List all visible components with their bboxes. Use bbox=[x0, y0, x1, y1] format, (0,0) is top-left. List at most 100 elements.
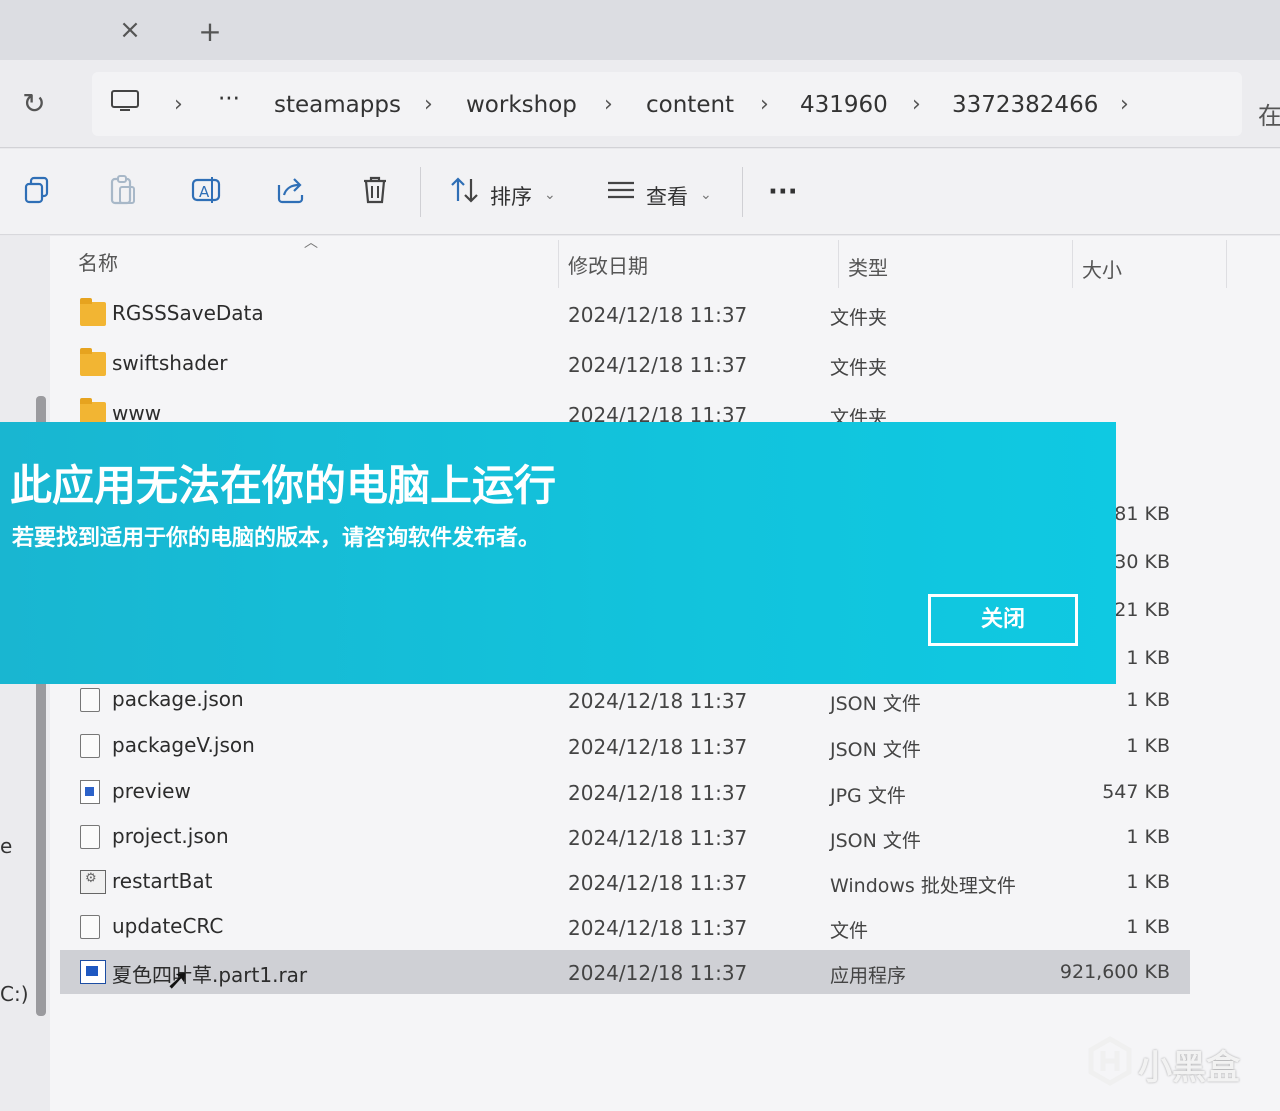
file-name: 夏色四叶草.part1.rar bbox=[112, 963, 308, 987]
file-name: project.json bbox=[112, 824, 229, 848]
toolbar-divider bbox=[420, 167, 421, 217]
file-date: 2024/12/18 11:37 bbox=[568, 961, 748, 985]
more-options-icon[interactable]: ··· bbox=[768, 177, 798, 207]
file-size: 30 KB bbox=[1114, 551, 1170, 573]
breadcrumb-content[interactable]: content bbox=[646, 92, 734, 118]
file-type: JSON 文件 bbox=[830, 739, 921, 761]
file-date: 2024/12/18 11:37 bbox=[568, 689, 748, 713]
delete-icon[interactable] bbox=[358, 173, 392, 207]
column-divider[interactable] bbox=[1226, 240, 1227, 288]
file-row[interactable]: packageV.json 2024/12/18 11:37 JSON 文件 1 KB bbox=[60, 724, 1190, 768]
mouse-pointer-icon: ➚ bbox=[166, 963, 190, 996]
column-header-size[interactable]: 大小 bbox=[1082, 254, 1122, 283]
file-date: 2024/12/18 11:37 bbox=[568, 871, 748, 895]
file-row[interactable]: package.json 2024/12/18 11:37 JSON 文件 1 KB bbox=[60, 678, 1190, 722]
share-icon[interactable] bbox=[274, 173, 308, 207]
nav-item-fragment[interactable]: e bbox=[0, 834, 12, 858]
watermark: 小黑盒 bbox=[1086, 1034, 1256, 1090]
chevron-right-icon[interactable]: › bbox=[1120, 92, 1129, 117]
file-name: RGSSSaveData bbox=[112, 301, 264, 325]
file-size: 1 KB bbox=[1126, 916, 1170, 938]
breadcrumb-steamapps[interactable]: steamapps bbox=[274, 92, 401, 118]
dialog-title: 此应用无法在你的电脑上运行 bbox=[10, 461, 557, 510]
close-button[interactable]: 关闭 bbox=[928, 594, 1078, 646]
chevron-right-icon[interactable]: › bbox=[760, 92, 769, 117]
breadcrumb-workshop[interactable]: workshop bbox=[466, 92, 577, 118]
refresh-icon[interactable]: ↻ bbox=[16, 86, 52, 122]
column-header-modified[interactable]: 修改日期 bbox=[568, 250, 648, 279]
file-row[interactable]: RGSSSaveData 2024/12/18 11:37 文件夹 bbox=[60, 292, 1190, 336]
file-date: 2024/12/18 11:37 bbox=[568, 916, 748, 940]
column-divider[interactable] bbox=[1072, 240, 1073, 288]
file-icon bbox=[80, 688, 100, 712]
view-icon[interactable] bbox=[604, 173, 638, 207]
view-button[interactable]: 查看 bbox=[646, 181, 688, 211]
file-type: 应用程序 bbox=[830, 965, 907, 987]
breadcrumb-431960[interactable]: 431960 bbox=[800, 92, 888, 118]
svg-text:A: A bbox=[199, 183, 210, 201]
rename-icon[interactable]: A bbox=[190, 173, 224, 207]
file-row[interactable]: updateCRC 2024/12/18 11:37 文件 1 KB bbox=[60, 905, 1190, 949]
close-tab-icon[interactable]: × bbox=[112, 12, 148, 48]
column-divider[interactable] bbox=[558, 240, 559, 288]
toolbar-divider bbox=[742, 167, 743, 217]
address-bar: ↻ › ··· steamapps › workshop › content ›… bbox=[0, 60, 1280, 148]
chevron-right-icon[interactable]: › bbox=[424, 92, 433, 117]
chevron-down-icon[interactable]: ⌄ bbox=[544, 187, 556, 203]
sort-icon[interactable] bbox=[448, 173, 482, 207]
watermark-text: 小黑盒 bbox=[1138, 1048, 1240, 1088]
file-date: 2024/12/18 11:37 bbox=[568, 303, 748, 327]
dialog-message: 若要找到适用于你的电脑的版本，请咨询软件发布者。 bbox=[12, 526, 541, 551]
file-type: 文件 bbox=[830, 920, 869, 942]
file-name: package.json bbox=[112, 687, 244, 711]
chevron-down-icon[interactable]: ⌄ bbox=[700, 187, 712, 203]
file-size: 21 KB bbox=[1114, 599, 1170, 621]
file-name: updateCRC bbox=[112, 914, 224, 938]
tab-strip: × + bbox=[0, 0, 1280, 60]
file-row[interactable]: 夏色四叶草.part1.rar 2024/12/18 11:37 应用程序 921,6… bbox=[60, 950, 1190, 994]
column-header-name[interactable]: 名称 bbox=[78, 247, 118, 276]
new-tab-icon[interactable]: + bbox=[192, 14, 228, 50]
file-row[interactable]: project.json 2024/12/18 11:37 JSON 文件 1 KB bbox=[60, 815, 1190, 859]
file-name: preview bbox=[112, 779, 191, 803]
file-type: JPG 文件 bbox=[830, 785, 906, 807]
application-icon bbox=[80, 960, 106, 984]
search-input[interactable]: 在 bbox=[1258, 96, 1280, 131]
file-size: 547 KB bbox=[1102, 781, 1170, 803]
file-type: 文件夹 bbox=[830, 307, 888, 329]
file-name: swiftshader bbox=[112, 351, 228, 375]
image-file-icon bbox=[80, 780, 100, 804]
file-date: 2024/12/18 11:37 bbox=[568, 826, 748, 850]
file-size: 1 KB bbox=[1126, 647, 1170, 669]
file-type: JSON 文件 bbox=[830, 830, 921, 852]
breadcrumb-overflow[interactable]: ··· bbox=[218, 86, 240, 112]
file-name: restartBat bbox=[112, 869, 213, 893]
folder-icon bbox=[80, 348, 106, 376]
file-row[interactable]: preview 2024/12/18 11:37 JPG 文件 547 KB bbox=[60, 770, 1190, 814]
breadcrumb-3372382466[interactable]: 3372382466 bbox=[952, 92, 1098, 118]
breadcrumb[interactable]: › ··· steamapps › workshop › content › 4… bbox=[92, 72, 1242, 136]
file-type: JSON 文件 bbox=[830, 693, 921, 715]
batch-file-icon bbox=[80, 870, 106, 894]
paste-icon[interactable] bbox=[106, 173, 140, 207]
column-divider[interactable] bbox=[838, 240, 839, 288]
file-row[interactable]: swiftshader 2024/12/18 11:37 文件夹 bbox=[60, 342, 1190, 386]
file-date: 2024/12/18 11:37 bbox=[568, 735, 748, 759]
nav-item-fragment[interactable]: C:) bbox=[0, 982, 29, 1006]
heybox-logo-icon bbox=[1088, 1036, 1132, 1086]
file-icon bbox=[80, 915, 100, 939]
file-icon bbox=[80, 734, 100, 758]
computer-icon[interactable] bbox=[110, 90, 140, 114]
chevron-right-icon[interactable]: › bbox=[604, 92, 613, 117]
sort-button[interactable]: 排序 bbox=[490, 181, 532, 211]
file-row[interactable]: restartBat 2024/12/18 11:37 Windows 批处理文件 1… bbox=[60, 860, 1190, 904]
sort-ascending-icon: ︿ bbox=[304, 235, 318, 251]
file-icon bbox=[80, 825, 100, 849]
chevron-right-icon[interactable]: › bbox=[174, 92, 183, 117]
copy-icon[interactable] bbox=[22, 173, 56, 207]
column-header-type[interactable]: 类型 bbox=[848, 252, 888, 281]
file-type: 文件夹 bbox=[830, 357, 888, 379]
chevron-right-icon[interactable]: › bbox=[912, 92, 921, 117]
command-bar: A 排序 ⌄ 查看 ⌄ ··· bbox=[0, 149, 1280, 235]
file-size: 1 KB bbox=[1126, 871, 1170, 893]
